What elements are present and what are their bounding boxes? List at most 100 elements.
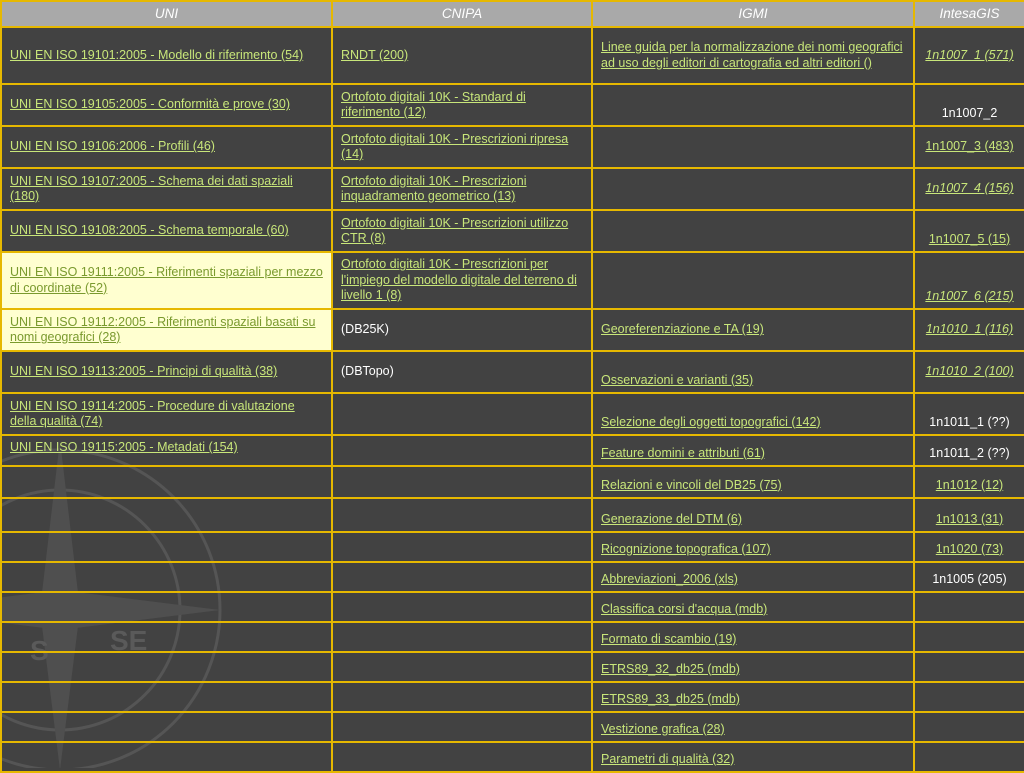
cell-uni <box>0 681 333 713</box>
cell-cnipa <box>331 531 593 563</box>
intesagis-text: 1n1011_1 (??) <box>929 414 1010 429</box>
cell-intesagis: 1n1020 (73) <box>913 531 1024 563</box>
igmi-link[interactable]: Georeferenziazione e TA (19) <box>601 322 764 336</box>
cell-igmi: Feature domini e attributi (61) <box>591 434 915 467</box>
table-row: Formato di scambio (19) <box>0 621 1024 653</box>
cell-uni <box>0 465 333 499</box>
uni-link[interactable]: UNI EN ISO 19106:2006 - Profili (46) <box>10 139 215 153</box>
cell-igmi: Generazione del DTM (6) <box>591 497 915 533</box>
cnipa-link[interactable]: Ortofoto digitali 10K - Prescrizioni per… <box>341 257 577 302</box>
igmi-link[interactable]: Ricognizione topografica (107) <box>601 542 771 556</box>
intesagis-link[interactable]: 1n1010_2 (100) <box>925 364 1013 378</box>
intesagis-link[interactable]: 1n1007_5 (15) <box>929 232 1010 246</box>
column-header-cnipa: CNIPA <box>331 0 593 28</box>
uni-link[interactable]: UNI EN ISO 19107:2005 - Schema dei dati … <box>10 174 293 204</box>
cell-uni: UNI EN ISO 19113:2005 - Principi di qual… <box>0 350 333 394</box>
igmi-link[interactable]: Osservazioni e varianti (35) <box>601 373 753 387</box>
cell-uni: UNI EN ISO 19115:2005 - Metadati (154) <box>0 434 333 467</box>
table-row: Generazione del DTM (6) 1n1013 (31) <box>0 497 1024 533</box>
uni-link[interactable]: UNI EN ISO 19113:2005 - Principi di qual… <box>10 364 277 378</box>
table-row: Vestizione grafica (28) <box>0 711 1024 743</box>
cell-uni <box>0 651 333 683</box>
cell-cnipa: Ortofoto digitali 10K - Prescrizioni inq… <box>331 167 593 211</box>
igmi-link[interactable]: Abbreviazioni_2006 (xls) <box>601 572 738 586</box>
intesagis-link[interactable]: 1n1007_6 (215) <box>925 289 1013 303</box>
intesagis-link[interactable]: 1n1010_1 (116) <box>926 322 1013 336</box>
cnipa-link[interactable]: Ortofoto digitali 10K - Prescrizioni inq… <box>341 174 527 204</box>
cell-cnipa <box>331 434 593 467</box>
table-row: UNI EN ISO 19106:2006 - Profili (46) Ort… <box>0 125 1024 169</box>
table-row: UNI EN ISO 19101:2005 - Modello di rifer… <box>0 26 1024 85</box>
cell-uni: UNI EN ISO 19108:2005 - Schema temporale… <box>0 209 333 253</box>
igmi-link[interactable]: Linee guida per la normalizzazione dei n… <box>601 40 903 70</box>
intesagis-link[interactable]: 1n1020 (73) <box>936 542 1003 556</box>
cell-uni-highlighted: UNI EN ISO 19111:2005 - Riferimenti spaz… <box>0 251 333 310</box>
uni-link[interactable]: UNI EN ISO 19105:2005 - Conformità e pro… <box>10 97 290 111</box>
igmi-link[interactable]: Parametri di qualità (32) <box>601 752 734 766</box>
cell-intesagis <box>913 651 1024 683</box>
igmi-link[interactable]: Vestizione grafica (28) <box>601 722 725 736</box>
cell-intesagis: 1n1007_3 (483) <box>913 125 1024 169</box>
cnipa-link[interactable]: Ortofoto digitali 10K - Prescrizioni uti… <box>341 216 568 246</box>
intesagis-link[interactable]: 1n1007_3 (483) <box>925 139 1013 153</box>
cnipa-link[interactable]: Ortofoto digitali 10K - Standard di rife… <box>341 90 526 120</box>
uni-link[interactable]: UNI EN ISO 19108:2005 - Schema temporale… <box>10 223 289 237</box>
uni-link[interactable]: UNI EN ISO 19112:2005 - Riferimenti spaz… <box>10 315 315 345</box>
intesagis-link[interactable]: 1n1007_1 (571) <box>925 48 1013 62</box>
cell-igmi: Ricognizione topografica (107) <box>591 531 915 563</box>
igmi-link[interactable]: Feature domini e attributi (61) <box>601 446 765 460</box>
intesagis-link[interactable]: 1n1013 (31) <box>936 512 1003 526</box>
cell-uni: UNI EN ISO 19107:2005 - Schema dei dati … <box>0 167 333 211</box>
cell-intesagis <box>913 621 1024 653</box>
table-row: Abbreviazioni_2006 (xls) 1n1005 (205) <box>0 561 1024 593</box>
cell-cnipa <box>331 591 593 623</box>
header-row: UNI CNIPA IGMI IntesaGIS <box>0 0 1024 28</box>
table-row: ETRS89_33_db25 (mdb) <box>0 681 1024 713</box>
uni-link[interactable]: UNI EN ISO 19115:2005 - Metadati (154) <box>10 440 238 454</box>
igmi-link[interactable]: Formato di scambio (19) <box>601 632 736 646</box>
cell-igmi: Classifica corsi d'acqua (mdb) <box>591 591 915 623</box>
cell-cnipa: Ortofoto digitali 10K - Prescrizioni rip… <box>331 125 593 169</box>
igmi-link[interactable]: ETRS89_33_db25 (mdb) <box>601 692 740 706</box>
table-row: UNI EN ISO 19105:2005 - Conformità e pro… <box>0 83 1024 127</box>
cnipa-link[interactable]: Ortofoto digitali 10K - Prescrizioni rip… <box>341 132 568 162</box>
igmi-link[interactable]: Classifica corsi d'acqua (mdb) <box>601 602 767 616</box>
cell-uni-highlighted: UNI EN ISO 19112:2005 - Riferimenti spaz… <box>0 308 333 352</box>
igmi-link[interactable]: Selezione degli oggetti topografici (142… <box>601 415 821 429</box>
cell-cnipa <box>331 561 593 593</box>
cnipa-link[interactable]: RNDT (200) <box>341 48 408 62</box>
cell-uni <box>0 591 333 623</box>
cell-intesagis: 1n1011_1 (??) <box>913 392 1024 436</box>
uni-link[interactable]: UNI EN ISO 19114:2005 - Procedure di val… <box>10 399 295 429</box>
cell-igmi <box>591 209 915 253</box>
igmi-link[interactable]: Generazione del DTM (6) <box>601 512 742 526</box>
cell-uni <box>0 621 333 653</box>
igmi-link[interactable]: ETRS89_32_db25 (mdb) <box>601 662 740 676</box>
cell-intesagis: 1n1007_6 (215) <box>913 251 1024 310</box>
intesagis-text: 1n1007_2 <box>941 105 998 120</box>
cell-intesagis: 1n1007_1 (571) <box>913 26 1024 85</box>
cnipa-text: (DBTopo) <box>341 364 394 379</box>
intesagis-link[interactable]: 1n1007_4 (156) <box>925 181 1013 195</box>
cell-cnipa: Ortofoto digitali 10K - Standard di rife… <box>331 83 593 127</box>
cell-cnipa: (DBTopo) <box>331 350 593 394</box>
table-row: UNI EN ISO 19115:2005 - Metadati (154) F… <box>0 434 1024 467</box>
intesagis-text: 1n1005 (205) <box>932 571 1007 586</box>
cell-igmi: Formato di scambio (19) <box>591 621 915 653</box>
cell-cnipa: (DB25K) <box>331 308 593 352</box>
cell-intesagis: 1n1007_4 (156) <box>913 167 1024 211</box>
cell-igmi <box>591 167 915 211</box>
column-header-intesagis: IntesaGIS <box>913 0 1024 28</box>
table-row: Ricognizione topografica (107) 1n1020 (7… <box>0 531 1024 563</box>
intesagis-link[interactable]: 1n1012 (12) <box>936 478 1003 492</box>
cell-intesagis: 1n1007_2 <box>913 83 1024 127</box>
cell-cnipa <box>331 681 593 713</box>
uni-link[interactable]: UNI EN ISO 19111:2005 - Riferimenti spaz… <box>10 265 323 295</box>
table-row: Relazioni e vincoli del DB25 (75) 1n1012… <box>0 465 1024 499</box>
table-row: Classifica corsi d'acqua (mdb) <box>0 591 1024 623</box>
uni-link[interactable]: UNI EN ISO 19101:2005 - Modello di rifer… <box>10 48 303 62</box>
cell-uni: UNI EN ISO 19106:2006 - Profili (46) <box>0 125 333 169</box>
cell-uni: UNI EN ISO 19105:2005 - Conformità e pro… <box>0 83 333 127</box>
column-header-igmi: IGMI <box>591 0 915 28</box>
igmi-link[interactable]: Relazioni e vincoli del DB25 (75) <box>601 478 782 492</box>
